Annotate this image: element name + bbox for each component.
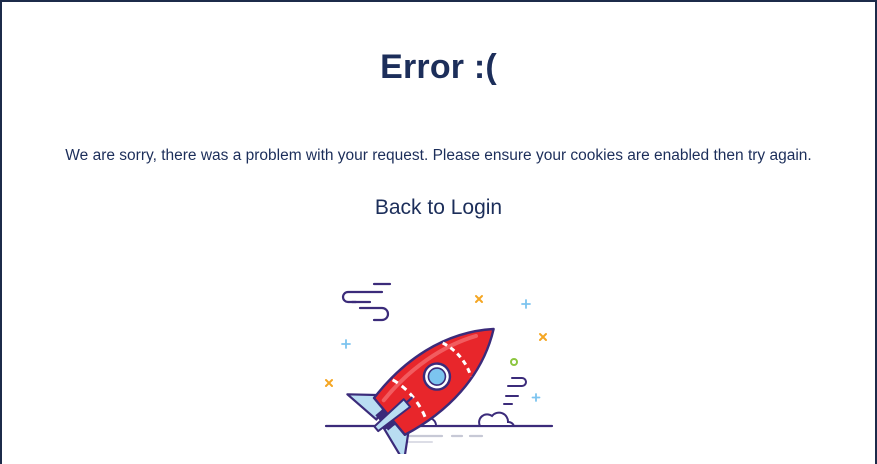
wind-lines-icon [341,282,392,322]
page-title: Error :( [380,48,497,86]
crashed-rocket-illustration [324,282,554,454]
back-to-login-link[interactable]: Back to Login [2,196,875,220]
speed-lines-icon [503,377,527,405]
ground-line [324,424,554,443]
error-page: Error :( We are sorry, there was a probl… [0,0,877,464]
error-message: We are sorry, there was a problem with y… [65,147,812,164]
